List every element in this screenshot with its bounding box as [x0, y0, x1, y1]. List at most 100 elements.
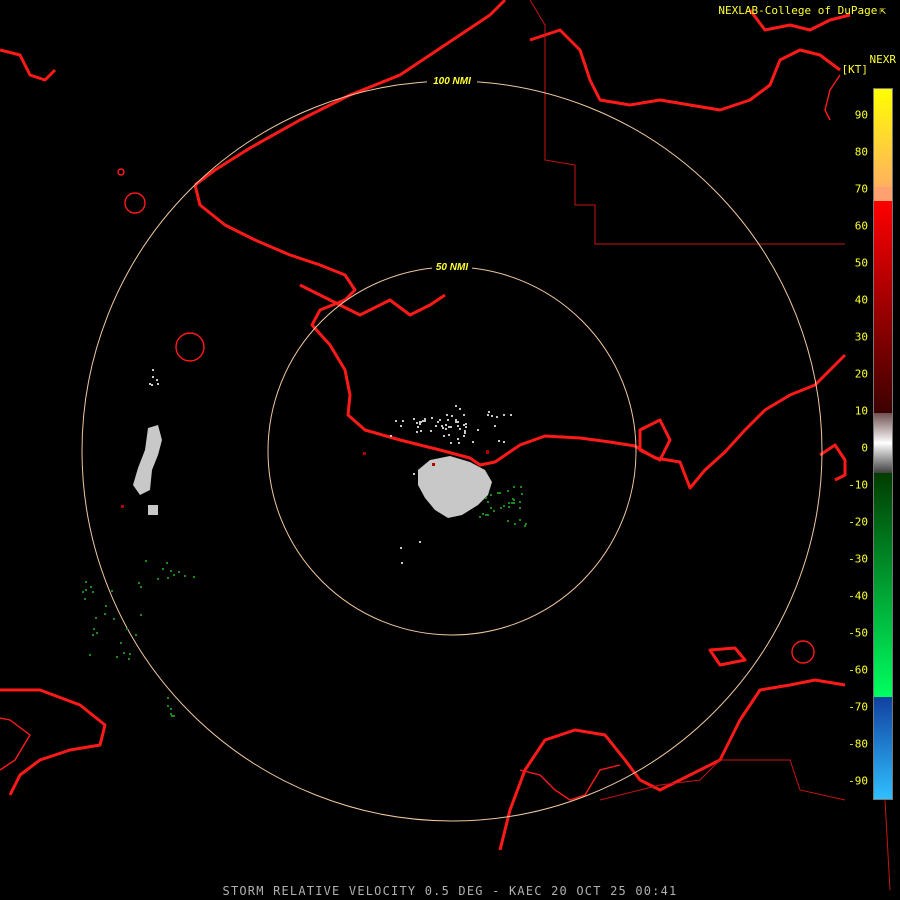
echo-pixel-green [170, 570, 172, 572]
colorbar-tick-label: 10 [854, 404, 868, 418]
colorbar-tick-label: 70 [854, 182, 868, 196]
echo-pixel-gray [464, 430, 466, 432]
echo-pixel-green [82, 591, 84, 593]
echo-pixel-green [89, 654, 91, 656]
echo-pixel-gray [401, 562, 403, 564]
coast-detail-sw [0, 717, 31, 771]
echo-pixel-green [92, 634, 94, 636]
lake-north-tiny [117, 168, 125, 176]
echo-pixel-green [499, 492, 501, 494]
velocity-colorbar [873, 88, 893, 800]
range-ring-50nmi [267, 266, 637, 636]
state-border-east [884, 799, 891, 891]
echo-pixel-gray [463, 424, 465, 426]
echo-pixel-gray [477, 429, 479, 431]
echo-pixel-gray [446, 414, 448, 416]
echo-pixel-green [193, 576, 195, 578]
echo-pixel-gray [465, 426, 467, 428]
echo-pixel-gray [459, 428, 461, 430]
echo-pixel-gray [445, 424, 447, 426]
lake-west-2 [175, 332, 205, 362]
colorbar-tick-label: 30 [854, 330, 868, 344]
colorbar-seg-orange [874, 187, 892, 201]
echo-pixel-gray [463, 414, 465, 416]
range-rings [81, 80, 823, 822]
echo-pixel-green [520, 486, 522, 488]
product-caption: STORM RELATIVE VELOCITY 0.5 DEG - KAEC 2… [222, 884, 678, 898]
echo-pixel-green [135, 634, 137, 636]
echo-pixel-green [113, 618, 115, 620]
colorbar-tick-label: -50 [848, 626, 868, 640]
echo-pixel-gray [459, 408, 461, 410]
echo-pixel-green [521, 493, 523, 495]
colorbar-tick-label: -70 [848, 700, 868, 714]
echo-pixel-gray [448, 434, 450, 436]
echo-pixel-gray [455, 421, 457, 423]
colorbar-seg-blue [874, 697, 892, 799]
echo-pixel-green [123, 652, 125, 654]
echo-pixel-green [138, 582, 140, 584]
echo-pixel-gray [443, 435, 445, 437]
echo-pixel-green [93, 628, 95, 630]
echo-pixel-gray [417, 426, 419, 428]
echo-pixel-green [116, 656, 118, 658]
echo-pixel-gray [442, 427, 444, 429]
state-border-se [599, 759, 846, 801]
echo-pixel-gray [441, 425, 443, 427]
echo-pixel-gray [496, 416, 498, 418]
echo-pixel-green [170, 713, 172, 715]
echo-pixel-gray [416, 422, 418, 424]
colorbar-tick-label: -30 [848, 552, 868, 566]
range-ring-labels: 50 NMI 100 NMI [427, 74, 477, 273]
echo-pixel-gray [445, 428, 447, 430]
echo-pixel-green [167, 577, 169, 579]
echo-pixel-green [508, 502, 510, 504]
echo-pixel-gray [450, 426, 452, 428]
echo-pixel-gray [422, 420, 424, 422]
coastline-inlet-east [638, 418, 672, 462]
coastline-southwest [0, 688, 107, 796]
colorbar-seg-yellow [874, 89, 892, 187]
echo-pixel-green [145, 560, 147, 562]
echo-pixel-green [482, 513, 484, 515]
echo-pixel-gray [455, 405, 457, 407]
echo-pixel-gray [447, 419, 449, 421]
echo-pixel-green [140, 614, 142, 616]
echo-pixel-green [490, 494, 492, 496]
echo-pixel-green [500, 507, 502, 509]
colorbar-seg-green [874, 473, 892, 697]
echo-pixel-gray [465, 423, 467, 425]
radar-map: 50 NMI 100 NMI [0, 0, 891, 891]
echo-pixel-green [490, 507, 492, 509]
coastline-thin-layer [0, 74, 841, 801]
echo-pixel-gray [488, 411, 490, 413]
echo-pixel-gray [149, 383, 151, 385]
echo-pixel-green [92, 591, 94, 593]
echo-pixel-green [90, 586, 92, 588]
echo-pixel-gray [413, 473, 415, 475]
echo-pixel-green [128, 658, 130, 660]
echo-pixel-green [84, 598, 86, 600]
echo-pixel-green [511, 502, 513, 504]
colorbar-tick-label: 0 [861, 441, 868, 455]
echo-pixel-gray [450, 442, 452, 444]
echo-pixel-gray [435, 425, 437, 427]
echo-pixel-green [493, 510, 495, 512]
echo-pixel-gray [457, 438, 459, 440]
echo-pixel-green [487, 514, 489, 516]
echo-pixel-green [525, 523, 527, 525]
echo-pixel-green [479, 516, 481, 518]
colorbar-tick-label: -10 [848, 478, 868, 492]
lake-southeast [791, 640, 815, 664]
colorbar-tick-label: -80 [848, 737, 868, 751]
echo-pixel-green [503, 505, 505, 507]
echo-pixel-gray [437, 421, 439, 423]
echo-pixel-green [111, 590, 113, 592]
echo-pixel-gray [424, 418, 426, 420]
echo-pixel-gray [491, 415, 493, 417]
echo-pixel-green [507, 520, 509, 522]
coastline-northeast [529, 28, 841, 112]
echo-pixel-green [105, 605, 107, 607]
echo-pixel-green [166, 562, 168, 564]
echo-pixel-green [513, 502, 515, 504]
